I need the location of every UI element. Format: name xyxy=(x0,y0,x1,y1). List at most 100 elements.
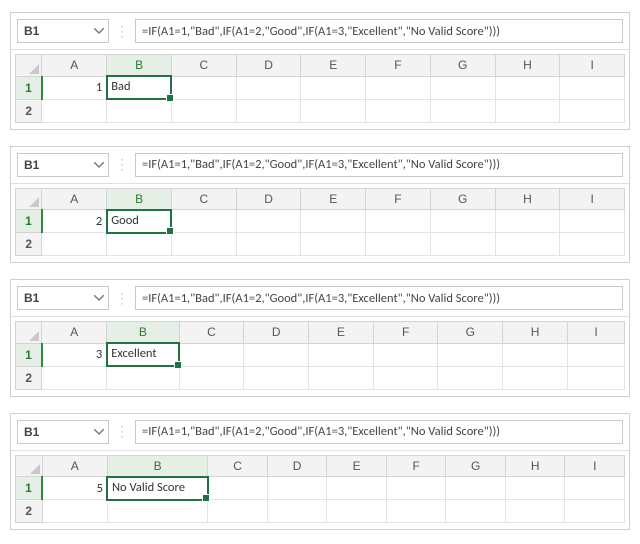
cell[interactable] xyxy=(309,343,374,366)
column-header[interactable]: A xyxy=(42,455,107,477)
column-header[interactable]: A xyxy=(42,55,107,77)
cell[interactable]: No Valid Score xyxy=(107,477,207,500)
formula-input[interactable]: =IF(A1=1,"Bad",IF(A1=2,"Good",IF(A1=3,"E… xyxy=(135,153,623,177)
cell[interactable] xyxy=(560,99,625,122)
name-box[interactable]: B1 xyxy=(17,153,109,177)
cell[interactable] xyxy=(42,233,107,256)
cell[interactable] xyxy=(438,343,503,366)
cell[interactable] xyxy=(495,76,560,99)
column-header[interactable]: D xyxy=(244,322,309,344)
cell[interactable] xyxy=(301,210,366,233)
row-header[interactable]: 1 xyxy=(16,210,42,233)
column-header[interactable]: G xyxy=(430,55,495,77)
cell[interactable] xyxy=(171,99,236,122)
cell[interactable] xyxy=(327,477,387,500)
formula-input[interactable]: =IF(A1=1,"Bad",IF(A1=2,"Good",IF(A1=3,"E… xyxy=(135,420,623,444)
cell[interactable] xyxy=(236,99,301,122)
column-header[interactable]: E xyxy=(309,322,374,344)
cell[interactable] xyxy=(236,210,301,233)
cell[interactable] xyxy=(495,99,560,122)
cell[interactable]: 2 xyxy=(42,210,107,233)
formula-input[interactable]: =IF(A1=1,"Bad",IF(A1=2,"Good",IF(A1=3,"E… xyxy=(135,286,623,310)
select-all-triangle-icon[interactable] xyxy=(16,55,42,77)
column-header[interactable]: C xyxy=(171,55,236,77)
row-header[interactable]: 2 xyxy=(16,99,42,122)
cell[interactable] xyxy=(42,366,107,389)
cell[interactable] xyxy=(495,210,560,233)
cell[interactable] xyxy=(386,477,446,500)
select-all-triangle-icon[interactable] xyxy=(16,322,42,344)
column-header[interactable]: C xyxy=(171,188,236,210)
cell[interactable]: 5 xyxy=(42,477,107,500)
column-header[interactable]: H xyxy=(495,55,560,77)
cell[interactable] xyxy=(373,343,438,366)
cell[interactable] xyxy=(560,233,625,256)
cell[interactable] xyxy=(503,366,568,389)
column-header[interactable]: C xyxy=(179,322,244,344)
cell[interactable] xyxy=(236,233,301,256)
column-header[interactable]: D xyxy=(267,455,327,477)
cell[interactable] xyxy=(301,99,366,122)
column-header[interactable]: D xyxy=(236,188,301,210)
cell[interactable] xyxy=(565,477,625,500)
column-header[interactable]: B xyxy=(107,55,172,77)
cell[interactable]: 1 xyxy=(42,76,107,99)
chevron-down-icon[interactable] xyxy=(90,28,108,34)
chevron-down-icon[interactable] xyxy=(90,429,108,435)
column-header[interactable]: I xyxy=(565,455,625,477)
row-header[interactable]: 2 xyxy=(16,233,42,256)
column-header[interactable]: D xyxy=(236,55,301,77)
cell[interactable] xyxy=(208,477,268,500)
cell[interactable] xyxy=(430,76,495,99)
column-header[interactable]: A xyxy=(42,322,107,344)
column-header[interactable]: I xyxy=(560,55,625,77)
column-header[interactable]: F xyxy=(366,188,431,210)
column-header[interactable]: I xyxy=(567,322,624,344)
cell[interactable] xyxy=(430,210,495,233)
column-header[interactable]: H xyxy=(505,455,565,477)
column-header[interactable]: C xyxy=(208,455,268,477)
cell[interactable] xyxy=(244,366,309,389)
cell[interactable] xyxy=(366,99,431,122)
row-header[interactable]: 2 xyxy=(16,366,42,389)
cell[interactable] xyxy=(560,76,625,99)
cell[interactable] xyxy=(107,366,179,389)
cell[interactable]: Good xyxy=(107,210,172,233)
cell[interactable] xyxy=(42,99,107,122)
formula-input[interactable]: =IF(A1=1,"Bad",IF(A1=2,"Good",IF(A1=3,"E… xyxy=(135,19,623,43)
column-header[interactable]: H xyxy=(495,188,560,210)
cell[interactable]: Excellent xyxy=(107,343,179,366)
column-header[interactable]: E xyxy=(327,455,387,477)
row-header[interactable]: 1 xyxy=(16,343,42,366)
cell[interactable] xyxy=(495,233,560,256)
name-box[interactable]: B1 xyxy=(17,420,109,444)
column-header[interactable]: G xyxy=(438,322,503,344)
cell[interactable] xyxy=(171,233,236,256)
column-header[interactable]: A xyxy=(42,188,107,210)
cell[interactable] xyxy=(366,76,431,99)
cell[interactable] xyxy=(503,343,568,366)
cell[interactable] xyxy=(366,210,431,233)
cell[interactable] xyxy=(107,99,172,122)
cell[interactable] xyxy=(567,343,624,366)
column-header[interactable]: B xyxy=(107,188,172,210)
column-header[interactable]: G xyxy=(430,188,495,210)
chevron-down-icon[interactable] xyxy=(90,295,108,301)
row-header[interactable]: 1 xyxy=(16,477,43,500)
cell[interactable]: 3 xyxy=(42,343,107,366)
column-header[interactable]: B xyxy=(107,322,179,344)
select-all-triangle-icon[interactable] xyxy=(16,455,43,477)
cell[interactable] xyxy=(446,477,506,500)
row-header[interactable]: 1 xyxy=(16,76,42,99)
column-header[interactable]: E xyxy=(301,55,366,77)
cell[interactable] xyxy=(366,233,431,256)
column-header[interactable]: G xyxy=(446,455,506,477)
cell[interactable] xyxy=(430,233,495,256)
cell[interactable] xyxy=(267,477,327,500)
name-box[interactable]: B1 xyxy=(17,286,109,310)
cell[interactable] xyxy=(560,210,625,233)
cell[interactable] xyxy=(244,343,309,366)
cell[interactable] xyxy=(107,233,172,256)
column-header[interactable]: B xyxy=(107,455,207,477)
cell[interactable] xyxy=(309,366,374,389)
